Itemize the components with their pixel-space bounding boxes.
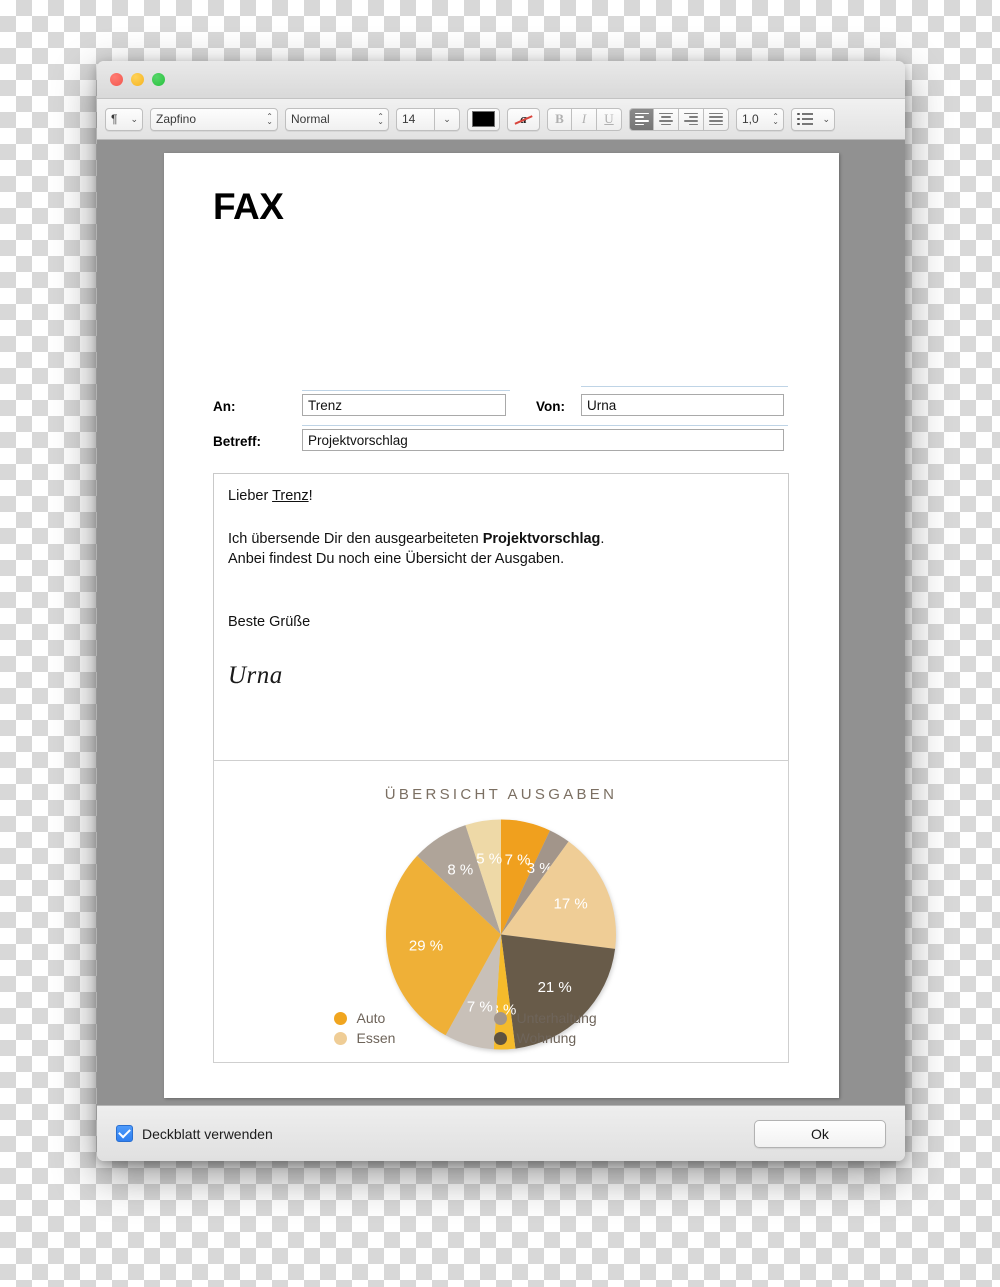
legend-label: Wohnung	[516, 1030, 577, 1046]
updown-arrows-icon: ⌃ ⌄	[266, 112, 273, 126]
closing-line: Beste Grüße	[228, 613, 311, 630]
font-size-value: 14	[402, 112, 416, 126]
italic-button[interactable]: I	[572, 107, 597, 131]
legend-item: Essen	[333, 1030, 494, 1046]
font-family-value: Zapfino	[156, 112, 197, 126]
signature-text: Urna	[228, 662, 283, 690]
an-field-label: An:	[213, 399, 236, 414]
font-family-select[interactable]: Zapfino ⌃ ⌄	[150, 107, 278, 131]
fax-document-page: FAX An: Trenz Von: Urna Betreff: Projekt…	[164, 153, 839, 1098]
chevron-down-icon: ⌄	[130, 113, 138, 124]
von-field-input[interactable]: Urna	[581, 394, 784, 416]
chevron-down-icon: ⌄	[443, 113, 451, 124]
body-line-1-prefix: Ich übersende Dir den ausgearbeiteten	[228, 530, 483, 547]
legend-color-dot	[333, 1011, 347, 1025]
bullet-list-icon	[797, 112, 813, 126]
greeting-prefix: Lieber	[228, 488, 273, 504]
page-title: FAX	[213, 186, 284, 227]
line-spacing-stepper[interactable]: 1,0 ⌃ ⌄	[736, 107, 784, 131]
minimize-window-button[interactable]	[131, 73, 144, 86]
legend-color-dot	[333, 1031, 347, 1045]
fax-dialog-window: ¶ ⌄ Zapfino ⌃⌄ Normal ⌃⌄ 14 ⌄ a B I U	[97, 61, 905, 1161]
body-line-1-bold: Projektvorschlag	[482, 530, 601, 547]
color-swatch-icon	[472, 111, 495, 127]
legend-label: Essen	[356, 1030, 396, 1046]
von-field-rule	[581, 386, 788, 387]
close-window-button[interactable]	[110, 73, 123, 86]
pie-slice-label: 5 %	[476, 851, 502, 868]
ok-button[interactable]: Ok	[754, 1119, 886, 1148]
betreff-field-input[interactable]: Projektvorschlag	[302, 429, 784, 451]
von-field-label: Von:	[536, 399, 565, 414]
align-right-button[interactable]	[679, 107, 704, 131]
chart-title: ÜBERSICHT AUSGABEN	[384, 786, 618, 803]
greeting-suffix: !	[308, 488, 313, 504]
maximize-window-button[interactable]	[152, 73, 165, 86]
pie-slice-label: 21 %	[538, 979, 572, 996]
greeting-line: Lieber Trenz!	[228, 486, 774, 507]
font-style-select[interactable]: Normal ⌃ ⌄	[285, 107, 389, 131]
body-line-1-suffix: .	[600, 530, 605, 547]
legend-label: Auto	[356, 1010, 386, 1026]
pie-slice-label: 8 %	[447, 861, 473, 878]
font-size-input[interactable]: 14	[396, 107, 434, 131]
font-size-dropdown-button[interactable]: ⌄	[434, 107, 460, 131]
expenses-chart-panel: ÜBERSICHT AUSGABEN 7 % 3 % 17 % 21 % 3 % 7 % 2…	[213, 760, 789, 1063]
chart-legend: Auto Unterhaltung Essen Wohnung	[214, 1010, 788, 1046]
an-field-input[interactable]: Trenz	[302, 394, 506, 416]
align-center-icon	[659, 112, 673, 126]
body-line-2: Anbei findest Du noch eine Übersicht der…	[228, 551, 565, 568]
formatting-toolbar: ¶ ⌄ Zapfino ⌃⌄ Normal ⌃⌄ 14 ⌄ a B I U	[97, 99, 905, 140]
align-center-button[interactable]	[654, 107, 679, 131]
pie-slice-label: 29 %	[409, 937, 443, 954]
dialog-footer: Deckblatt verwenden Ok	[97, 1105, 905, 1161]
deckblatt-checkbox[interactable]	[116, 1125, 133, 1142]
text-alignment-group	[629, 107, 729, 131]
remove-highlight-button[interactable]: a	[507, 107, 540, 131]
betreff-field-rule	[302, 425, 788, 426]
greeting-name: Trenz	[272, 488, 309, 504]
list-style-button[interactable]: ⌄	[791, 107, 835, 131]
align-left-icon	[634, 112, 649, 126]
line-spacing-value: 1,0	[742, 112, 759, 126]
legend-item: Wohnung	[493, 1030, 669, 1046]
chevron-down-icon: ⌄	[822, 113, 830, 124]
pilcrow-icon: ¶	[111, 112, 118, 126]
font-style-value: Normal	[291, 112, 330, 126]
align-justify-icon	[709, 112, 723, 126]
paragraph-style-button[interactable]: ¶ ⌄	[105, 107, 143, 131]
legend-color-dot	[493, 1031, 507, 1045]
legend-item: Auto	[333, 1010, 494, 1026]
pie-slice-label: 17 %	[554, 895, 588, 912]
ok-button-label: Ok	[811, 1125, 829, 1142]
updown-arrows-icon: ⌃ ⌄	[377, 112, 384, 126]
document-scroll-area[interactable]: FAX An: Trenz Von: Urna Betreff: Projekt…	[97, 140, 905, 1105]
text-color-button[interactable]	[467, 107, 500, 131]
align-left-button[interactable]	[629, 107, 654, 131]
align-justify-button[interactable]	[704, 107, 729, 131]
text-style-group: B I U	[547, 107, 622, 131]
align-right-icon	[684, 112, 698, 126]
body-line-1: Ich übersende Dir den ausgearbeiteten Pr…	[228, 529, 774, 550]
bold-button[interactable]: B	[547, 107, 572, 131]
window-titlebar	[97, 61, 905, 99]
legend-item: Unterhaltung	[493, 1010, 669, 1026]
legend-label: Unterhaltung	[516, 1010, 597, 1026]
updown-arrows-icon: ⌃ ⌄	[772, 112, 779, 126]
deckblatt-checkbox-row[interactable]: Deckblatt verwenden	[116, 1125, 273, 1142]
checkmark-icon	[118, 1125, 131, 1139]
an-field-rule	[302, 390, 510, 391]
underline-button[interactable]: U	[597, 107, 622, 131]
legend-color-dot	[493, 1011, 507, 1025]
deckblatt-checkbox-label: Deckblatt verwenden	[142, 1125, 273, 1142]
betreff-field-label: Betreff:	[213, 434, 262, 449]
